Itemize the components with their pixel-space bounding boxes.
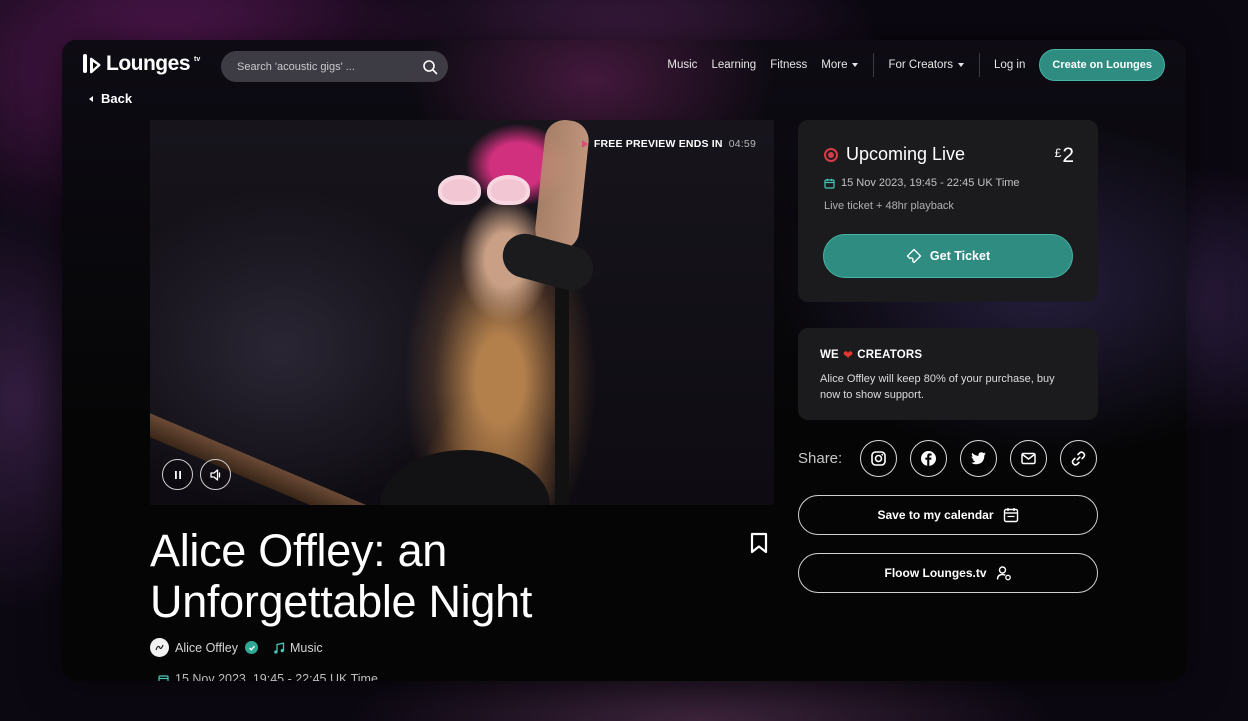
nav-music[interactable]: Music <box>667 59 697 71</box>
creators-heading-post: CREATORS <box>857 349 923 361</box>
share-facebook-button[interactable] <box>910 439 948 477</box>
get-ticket-label: Get Ticket <box>929 249 991 263</box>
creator-avatar-icon <box>155 644 164 651</box>
email-icon <box>1021 452 1036 464</box>
creator-name[interactable]: Alice Offley <box>175 641 238 655</box>
nav-for-creators-dropdown[interactable]: For Creators <box>888 59 965 71</box>
nav-more-dropdown[interactable]: More <box>821 59 859 71</box>
back-link[interactable]: Back <box>89 91 132 106</box>
chevron-left-icon <box>89 95 93 102</box>
live-date: 15 Nov 2023, 19:45 - 22:45 UK Time <box>824 177 1020 189</box>
share-twitter-button[interactable] <box>960 439 998 477</box>
heart-icon: ❤ <box>842 348 854 362</box>
ticket-icon <box>906 248 922 264</box>
live-heading: Upcoming Live <box>824 144 965 165</box>
event-date-text: 15 Nov 2023, 19:45 - 22:45 UK Time <box>175 672 378 681</box>
follow-button[interactable]: Floow Lounges.tv <box>798 553 1098 593</box>
top-navbar: Lounges tv Music Learning Fitness More F… <box>62 40 1186 90</box>
calendar-icon <box>824 178 835 189</box>
free-preview-countdown: FREE PREVIEW ENDS IN 04:59 <box>581 138 756 150</box>
volume-icon <box>209 468 220 481</box>
search-input[interactable] <box>237 60 422 73</box>
lounges-logo-icon <box>83 54 101 74</box>
ticket-price: £ 2 <box>1055 144 1074 168</box>
save-to-calendar-button[interactable]: Save to my calendar <box>798 495 1098 535</box>
user-add-icon <box>996 566 1011 581</box>
chevron-down-icon <box>958 63 965 67</box>
logo-text: Lounges <box>106 52 191 75</box>
play-icon <box>581 140 588 148</box>
facebook-icon <box>921 450 937 466</box>
pause-button[interactable] <box>162 459 193 490</box>
follow-label: Floow Lounges.tv <box>884 566 987 580</box>
price-currency: £ <box>1054 146 1062 160</box>
share-instagram-button[interactable] <box>860 439 898 477</box>
live-subtitle: Live ticket + 48hr playback <box>824 200 954 212</box>
app-window: Lounges tv Music Learning Fitness More F… <box>62 40 1186 681</box>
main-nav: Music Learning Fitness More For Creators… <box>653 49 1165 81</box>
pause-icon <box>174 470 181 479</box>
nav-learning[interactable]: Learning <box>711 59 756 71</box>
creators-support-card: WE ❤ CREATORS Alice Offley will keep 80%… <box>798 328 1098 420</box>
video-player[interactable]: FREE PREVIEW ENDS IN 04:59 <box>150 120 774 505</box>
nav-more-label: More <box>821 59 848 71</box>
back-label: Back <box>101 91 133 106</box>
verified-badge-icon <box>245 641 258 654</box>
calendar-icon <box>1003 508 1018 523</box>
event-title: Alice Offley: an Unforgettable Night <box>150 525 533 627</box>
share-link-button[interactable] <box>1060 439 1098 477</box>
link-icon <box>1071 450 1086 466</box>
avatar[interactable] <box>150 638 169 657</box>
login-link[interactable]: Log in <box>994 59 1025 71</box>
preview-time: 04:59 <box>728 138 756 150</box>
calendar-icon <box>158 674 169 681</box>
share-row: Share: <box>798 439 1098 477</box>
nav-divider <box>979 53 981 77</box>
get-ticket-button[interactable]: Get Ticket <box>823 234 1073 278</box>
video-frame-detail <box>438 175 530 205</box>
video-frame-detail <box>497 228 599 296</box>
mute-button[interactable] <box>200 459 231 490</box>
creators-heading-pre: WE <box>820 349 839 361</box>
video-frame-detail <box>555 280 569 505</box>
bookmark-icon[interactable] <box>750 532 768 554</box>
instagram-icon <box>871 450 887 466</box>
category-tag[interactable]: Music <box>273 641 323 655</box>
create-on-lounges-button[interactable]: Create on Lounges <box>1039 49 1165 81</box>
upcoming-live-card: Upcoming Live £ 2 15 Nov 2023, 19:45 - 2… <box>798 120 1098 302</box>
share-email-button[interactable] <box>1010 439 1048 477</box>
category-label: Music <box>290 640 323 655</box>
live-date-text: 15 Nov 2023, 19:45 - 22:45 UK Time <box>841 177 1020 189</box>
nav-fitness[interactable]: Fitness <box>770 59 807 71</box>
preview-label-text: FREE PREVIEW ENDS IN <box>593 138 723 150</box>
video-frame-detail <box>380 450 550 505</box>
event-meta: Alice Offley Music <box>150 638 323 657</box>
creators-heading: WE ❤ CREATORS <box>820 348 922 362</box>
event-date: 15 Nov 2023, 19:45 - 22:45 UK Time <box>158 672 378 681</box>
creators-text: Alice Offley will keep 80% of your purch… <box>820 373 1055 401</box>
chevron-down-icon <box>852 63 859 67</box>
nav-for-creators-label: For Creators <box>888 59 954 71</box>
share-label: Share: <box>798 449 843 467</box>
search-bar[interactable] <box>221 51 448 82</box>
live-heading-text: Upcoming Live <box>846 144 966 164</box>
twitter-icon <box>971 451 987 464</box>
logo-superscript: tv <box>194 55 201 63</box>
search-icon[interactable] <box>422 59 438 75</box>
nav-divider <box>873 53 875 77</box>
logo[interactable]: Lounges tv <box>82 52 200 76</box>
music-note-icon <box>274 641 285 654</box>
save-to-calendar-label: Save to my calendar <box>877 508 994 522</box>
live-record-icon <box>824 147 838 162</box>
price-value: 2 <box>1062 144 1074 167</box>
